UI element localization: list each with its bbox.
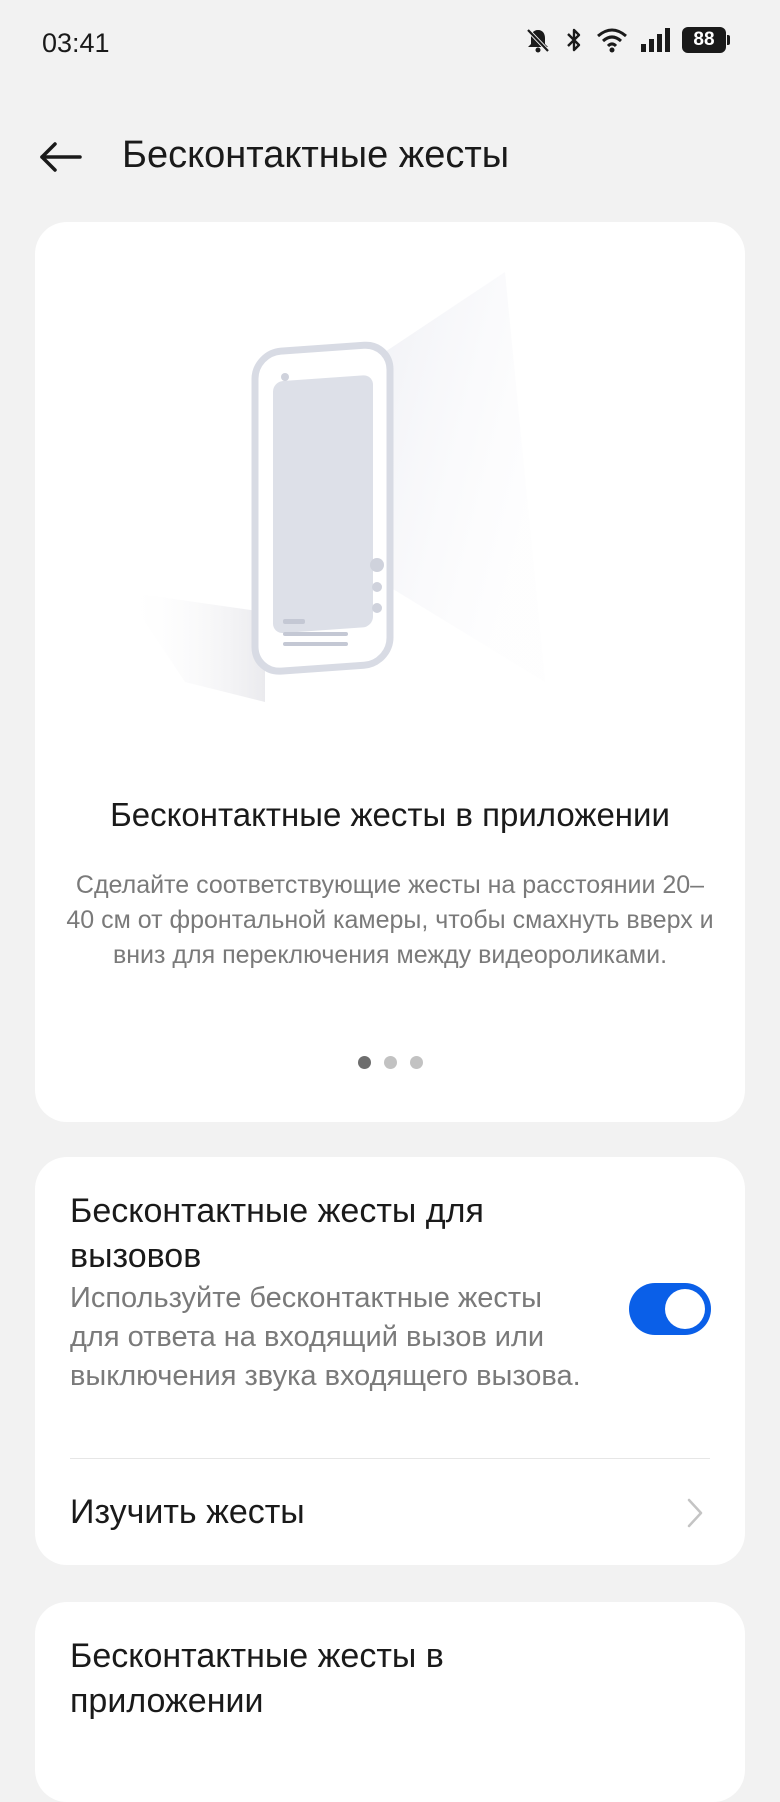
calls-settings-card: Бесконтактные жесты для вызовов Использу… — [35, 1157, 745, 1565]
status-bar: 03:41 88 — [0, 0, 780, 92]
header: Бесконтактные жесты — [0, 110, 780, 200]
calls-gestures-title: Бесконтактные жесты для вызовов — [70, 1192, 484, 1275]
signal-icon — [641, 28, 670, 52]
battery-level: 88 — [682, 27, 726, 53]
tutorial-description: Сделайте соответствующие жесты на рассто… — [66, 871, 714, 969]
page-indicator[interactable] — [35, 1056, 745, 1069]
apps-gestures-title: Бесконтактные жесты в приложении — [70, 1637, 444, 1720]
toggle-knob — [665, 1289, 705, 1329]
tutorial-title: Бесконтактные жесты в приложении — [110, 796, 670, 833]
status-time: 03:41 — [42, 28, 110, 58]
arrow-left-icon — [40, 142, 82, 172]
calls-gestures-toggle[interactable] — [629, 1283, 711, 1335]
wifi-icon — [597, 28, 627, 53]
learn-gestures-label: Изучить жесты — [70, 1493, 305, 1531]
page-dot-3[interactable] — [409, 1056, 423, 1069]
back-button[interactable] — [36, 132, 86, 182]
bluetooth-icon — [567, 28, 581, 52]
gesture-tutorial-card[interactable]: Бесконтактные жесты в приложении Сделайт… — [35, 222, 745, 1122]
mute-bell-icon — [526, 28, 550, 53]
learn-gestures-row[interactable]: Изучить жесты — [35, 1459, 745, 1565]
page-title: Бесконтактные жесты — [122, 134, 510, 176]
status-icons: 88 — [524, 26, 730, 54]
battery-icon: 88 — [682, 27, 730, 53]
apps-settings-card: Бесконтактные жесты в приложении — [35, 1602, 745, 1802]
page-dot-1[interactable] — [357, 1056, 371, 1069]
phone-gesture-illustration — [125, 272, 545, 702]
calls-gestures-description: Используйте бесконтактные жесты для отве… — [70, 1282, 581, 1392]
page-dot-2[interactable] — [383, 1056, 397, 1069]
chevron-right-icon — [687, 1498, 703, 1528]
